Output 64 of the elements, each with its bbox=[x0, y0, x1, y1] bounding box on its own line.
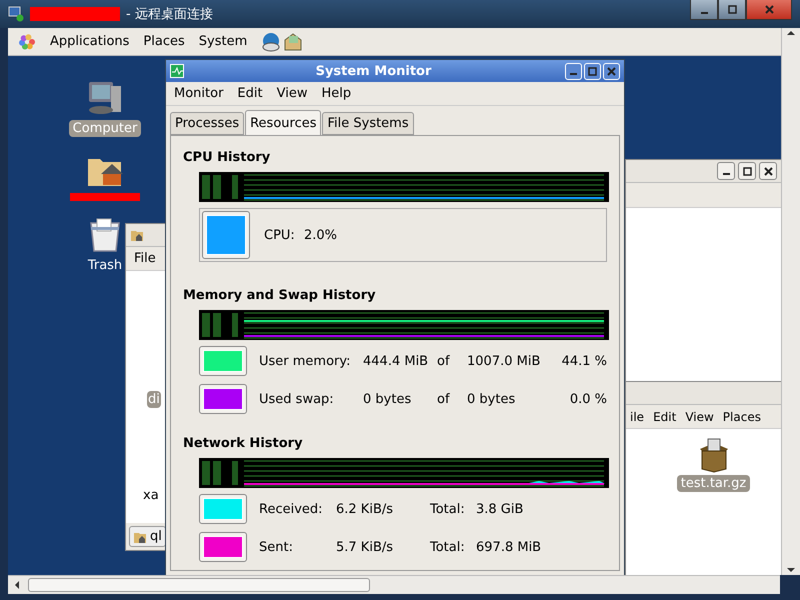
minimize-icon bbox=[722, 173, 730, 175]
stat-value: 697.8 MiB bbox=[476, 540, 542, 554]
tab[interactable]: Resources bbox=[245, 110, 322, 135]
maximize-icon bbox=[728, 5, 736, 14]
minimize-icon bbox=[700, 12, 708, 14]
stat-percent: 44.1 % bbox=[561, 354, 607, 368]
flower-icon bbox=[18, 32, 36, 50]
scrollbar-thumb[interactable] bbox=[28, 578, 370, 592]
window-title: - 远程桌面连接 bbox=[126, 6, 213, 23]
menu-item[interactable]: Edit bbox=[237, 86, 263, 101]
menu-item[interactable]: Help bbox=[321, 86, 352, 101]
stat-value: 0 bytes bbox=[467, 392, 516, 406]
section-heading: Network History bbox=[183, 436, 304, 451]
stat-value: 1007.0 MiB bbox=[467, 354, 542, 368]
folder-icon bbox=[130, 228, 144, 242]
menu-item[interactable]: ile bbox=[630, 410, 644, 424]
stat-label: Total: bbox=[430, 502, 466, 516]
maximize-icon bbox=[742, 166, 752, 176]
stat-percent: 0.0 % bbox=[568, 392, 607, 406]
menu-item[interactable]: View bbox=[276, 86, 308, 101]
remote-desktop-icon bbox=[8, 6, 24, 22]
tab[interactable]: Processes bbox=[170, 112, 244, 135]
window-title: System Monitor bbox=[314, 64, 432, 78]
close-icon bbox=[764, 5, 774, 14]
stat-label: Sent: bbox=[259, 540, 294, 554]
envelope-icon[interactable] bbox=[283, 32, 304, 52]
close-icon bbox=[607, 66, 616, 76]
stat-value: 2.0% bbox=[304, 228, 338, 242]
maximize-icon bbox=[588, 66, 597, 76]
maximize-button[interactable] bbox=[718, 0, 746, 20]
section-heading: CPU History bbox=[183, 150, 272, 165]
menu-item[interactable]: Monitor bbox=[174, 86, 224, 101]
stat-label: User memory: bbox=[259, 354, 352, 368]
panel-menu[interactable]: System bbox=[198, 34, 248, 49]
stat-label: Total: bbox=[430, 540, 466, 554]
stat-label: Used swap: bbox=[259, 392, 335, 406]
menu-item[interactable]: Edit bbox=[653, 410, 676, 424]
file-label[interactable]: xa bbox=[143, 488, 159, 503]
stat-value: 6.2 KiB/s bbox=[336, 502, 394, 516]
maximize-button[interactable] bbox=[738, 162, 756, 180]
minimize-button[interactable] bbox=[690, 0, 718, 20]
window-button[interactable]: ql bbox=[129, 526, 166, 547]
of-label: of bbox=[437, 392, 451, 406]
panel-menu[interactable]: Places bbox=[143, 34, 185, 49]
stat-label: Received: bbox=[259, 502, 324, 516]
close-button[interactable] bbox=[759, 162, 777, 180]
stat-value: 0 bytes bbox=[363, 392, 412, 406]
panel-menu[interactable]: Applications bbox=[50, 34, 130, 49]
menu-item[interactable]: View bbox=[685, 410, 714, 424]
of-label: of bbox=[437, 354, 451, 368]
minimize-icon bbox=[569, 73, 578, 75]
stat-value: 444.4 MiB bbox=[363, 354, 430, 368]
globe-icon[interactable] bbox=[261, 32, 282, 52]
minimize-button[interactable] bbox=[717, 162, 735, 180]
stat-value: 3.8 GiB bbox=[476, 502, 524, 516]
close-icon bbox=[764, 166, 772, 176]
scroll-down-icon[interactable] bbox=[786, 565, 796, 575]
icon-label[interactable]: Trash bbox=[84, 257, 126, 274]
section-heading: Memory and Swap History bbox=[183, 288, 377, 303]
stat-value: 5.7 KiB/s bbox=[336, 540, 394, 554]
stat-label: CPU: bbox=[264, 228, 296, 242]
tab[interactable]: File Systems bbox=[322, 112, 414, 135]
menu-item[interactable]: Places bbox=[722, 410, 761, 424]
monitor-icon bbox=[170, 64, 184, 78]
